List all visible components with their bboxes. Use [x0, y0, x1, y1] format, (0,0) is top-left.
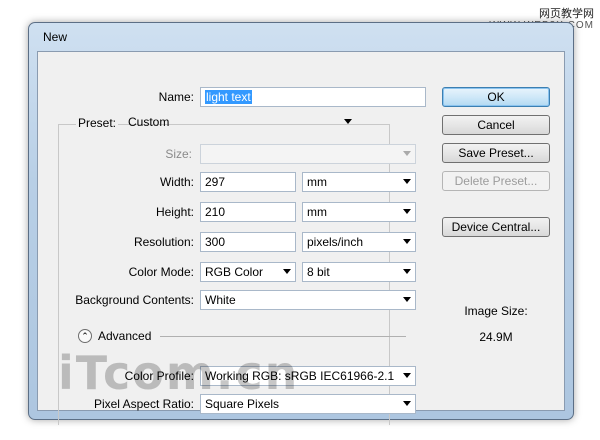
dialog-title: New [43, 30, 68, 44]
bit-depth-value: 8 bit [307, 265, 330, 279]
chevron-down-icon [403, 373, 411, 378]
height-label: Height: [155, 205, 194, 219]
resolution-label: Resolution: [133, 235, 194, 249]
overlay-watermark: iTcom.cn [58, 346, 300, 400]
background-contents-value: White [205, 293, 236, 307]
height-unit-select[interactable]: mm [302, 202, 416, 222]
color-mode-label: Color Mode: [128, 265, 194, 279]
resolution-input[interactable]: 300 [200, 232, 296, 252]
chevron-down-icon [403, 151, 411, 156]
name-input[interactable]: light text [200, 87, 426, 107]
bit-depth-select[interactable]: 8 bit [302, 262, 416, 282]
resolution-unit-value: pixels/inch [307, 235, 364, 249]
image-size-value: 24.9M [479, 330, 513, 344]
height-unit-value: mm [307, 205, 327, 219]
chevron-down-icon [403, 297, 411, 302]
chevron-down-icon [344, 119, 352, 124]
preset-label: Preset: [76, 116, 119, 130]
chevron-down-icon [403, 269, 411, 274]
resolution-unit-select[interactable]: pixels/inch [302, 232, 416, 252]
delete-preset-button[interactable]: Delete Preset... [442, 171, 550, 191]
height-input[interactable]: 210 [200, 202, 296, 222]
chevron-down-icon [283, 269, 291, 274]
advanced-divider [160, 336, 406, 337]
collapse-advanced-icon[interactable]: ⌃ [78, 329, 92, 343]
device-central-button[interactable]: Device Central... [442, 217, 550, 237]
chevron-down-icon [403, 209, 411, 214]
cancel-button[interactable]: Cancel [442, 115, 550, 135]
image-size-label: Image Size: [464, 304, 528, 318]
chevron-down-icon [403, 401, 411, 406]
width-unit-select[interactable]: mm [302, 172, 416, 192]
name-input-value: light text [205, 90, 252, 104]
background-contents-select[interactable]: White [200, 290, 416, 310]
save-preset-button[interactable]: Save Preset... [442, 143, 550, 163]
size-label: Size: [165, 147, 192, 161]
preset-select-value: Custom [128, 115, 170, 129]
chevron-down-icon [403, 179, 411, 184]
chevron-down-icon [403, 239, 411, 244]
width-input[interactable]: 297 [200, 172, 296, 192]
watermark-title: 网页教学网 [539, 8, 594, 20]
width-unit-value: mm [307, 175, 327, 189]
size-select[interactable] [200, 144, 416, 164]
background-contents-label: Background Contents: [75, 293, 194, 307]
preset-select[interactable]: Custom [124, 113, 356, 133]
color-mode-value: RGB Color [205, 265, 264, 279]
ok-button[interactable]: OK [442, 87, 550, 107]
width-label: Width: [159, 175, 194, 189]
color-mode-select[interactable]: RGB Color [200, 262, 296, 282]
name-label: Name: [158, 90, 194, 104]
advanced-label: Advanced [98, 329, 152, 343]
